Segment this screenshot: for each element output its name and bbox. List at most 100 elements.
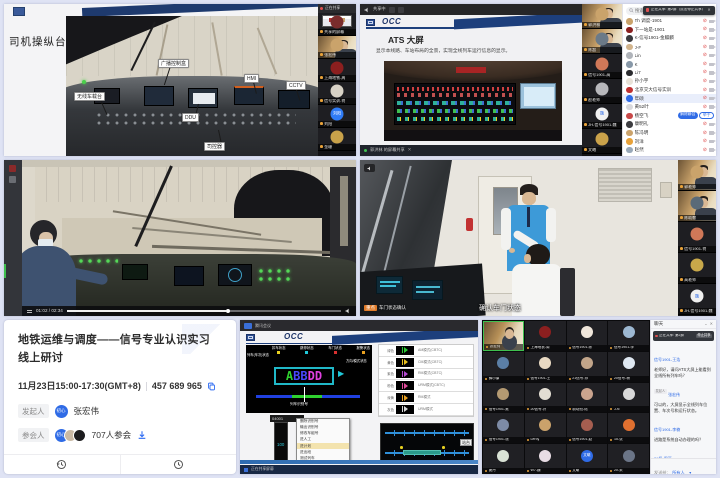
camera-off-icon[interactable]: [709, 105, 714, 109]
participant-row[interactable]: 年硕 解除静音 举手 ⊘: [623, 94, 716, 103]
gallery-tile[interactable]: 20信号-杨: [608, 352, 649, 382]
gallery-tile[interactable]: 信号1901-陈: [567, 321, 608, 351]
sidebar-icon[interactable]: [9, 165, 16, 172]
camera-off-icon[interactable]: [709, 131, 714, 135]
mic-off-icon[interactable]: ⊘: [703, 19, 707, 24]
mic-off-icon[interactable]: ⊘: [703, 105, 707, 110]
video-progress-bar[interactable]: [67, 310, 341, 312]
participant-row[interactable]: 北京交大信号实训 解除静音 举手 ⊘: [623, 86, 716, 95]
sidebar-icon[interactable]: [9, 176, 16, 183]
download-icon[interactable]: [137, 430, 147, 440]
video-tile[interactable]: 刘阳 刘阳: [318, 105, 356, 128]
mic-off-icon[interactable]: ⊘: [703, 36, 707, 41]
playlist-icon[interactable]: [27, 309, 32, 313]
camera-off-icon[interactable]: [709, 80, 714, 84]
video-tile[interactable]: 上海地铁-周: [318, 59, 356, 82]
gallery-tile[interactable]: 信号1901-王: [525, 352, 566, 382]
gallery-tile[interactable]: 信号1901-钱: [483, 413, 524, 443]
participant-row[interactable]: 孙小宇 解除静音 举手 ⊘: [623, 77, 716, 86]
video-tile[interactable]: 文曦: [582, 129, 622, 154]
mic-off-icon[interactable]: ⊘: [703, 27, 707, 32]
participant-row[interactable]: J-F 解除静音 举手 ⊘: [623, 43, 716, 52]
video-overlay-pill[interactable]: [364, 164, 375, 172]
camera-off-icon[interactable]: [709, 37, 714, 41]
participant-row[interactable]: 刘洋 解除静音 举手 ⊘: [623, 137, 716, 146]
participant-row[interactable]: 赵然 解除静音 举手 ⊘: [623, 146, 716, 155]
send-to-target[interactable]: 所有人: [672, 470, 685, 474]
mic-off-icon[interactable]: ⊘: [703, 148, 707, 153]
history-button[interactable]: [4, 455, 121, 474]
gallery-tile[interactable]: 薛小康: [483, 352, 524, 382]
camera-off-icon[interactable]: [709, 123, 714, 127]
stop-share-button[interactable]: [398, 7, 404, 13]
camera-off-icon[interactable]: [709, 88, 714, 92]
close-icon[interactable]: ✕: [710, 322, 713, 326]
camera-off-icon[interactable]: [709, 63, 714, 67]
participant-row[interactable]: 下一站是-1901 解除静音 举手 ⊘: [623, 26, 716, 35]
camera-off-icon[interactable]: [709, 28, 714, 32]
tooltip-close-icon[interactable]: ✕: [707, 8, 710, 12]
pause-share-button[interactable]: [389, 7, 395, 13]
participant-row[interactable]: Li7 解除静音 举手 ⊘: [623, 69, 716, 78]
camera-off-icon[interactable]: [709, 20, 714, 24]
participant-row[interactable]: Th 调度-1901 解除静音 举手 ⊘: [623, 17, 716, 26]
video-tile[interactable]: 共享的屏幕: [318, 13, 356, 36]
stop-share-button[interactable]: 停止共享: [696, 334, 712, 339]
collapse-icon[interactable]: ⌄: [704, 322, 707, 326]
clock-button[interactable]: [121, 455, 237, 474]
participant-row[interactable]: K 解除静音 举手 ⊘: [623, 60, 716, 69]
video-tile[interactable]: 信号1901-高: [582, 54, 622, 79]
gallery-tile[interactable]: 20信号-孙: [525, 383, 566, 413]
gallery-tile[interactable]: W7-魏: [525, 444, 566, 474]
mic-off-icon[interactable]: ⊘: [703, 122, 707, 127]
close-share-pill-icon[interactable]: ✕: [408, 148, 412, 153]
training-video-frame[interactable]: 重点 车门状态确认 确认车门状态: [360, 160, 678, 316]
hand-button[interactable]: 举手: [699, 112, 714, 119]
mic-off-icon[interactable]: ⊘: [703, 88, 707, 93]
video-tile[interactable]: 高老师: [678, 253, 716, 284]
gallery-tile[interactable]: 文曦 文曦: [567, 444, 608, 474]
mic-off-icon[interactable]: ⊘: [703, 139, 707, 144]
cab-video-frame[interactable]: 01:02 / 02:34: [22, 160, 356, 316]
gallery-tile[interactable]: J-N: [608, 383, 649, 413]
mic-off-icon[interactable]: ⊘: [703, 70, 707, 75]
gallery-tile[interactable]: 信号1901-赵: [567, 413, 608, 443]
chat-messages[interactable]: 信号1901-王浩 老师好，请问ATS大屏上能看到全线所有列车吗？ 发起人张宏伟…: [651, 343, 716, 458]
progress-handle[interactable]: [226, 309, 230, 313]
sharing-tooltip[interactable]: 正在共享: 第2屏（点击停止共享） ✕: [643, 6, 715, 15]
video-tile[interactable]: 魏 JH-信号1901-魏: [678, 284, 716, 315]
video-tile[interactable]: 赵老师: [582, 79, 622, 104]
video-tile[interactable]: 张宏伟: [318, 36, 356, 59]
video-tile[interactable]: 魏 JH-信号1901-魏: [582, 104, 622, 129]
participant-row[interactable]: Lin 解除静音 举手 ⊘: [623, 51, 716, 60]
camera-off-icon[interactable]: [709, 97, 714, 101]
participant-row[interactable]: 康明礼 解除静音 举手 ⊘: [623, 120, 716, 129]
video-tile[interactable]: 金珊: [318, 128, 356, 151]
camera-off-icon[interactable]: [709, 71, 714, 75]
caret-icon[interactable]: ▾: [689, 470, 691, 474]
gallery-tile[interactable]: 20-宋: [608, 444, 649, 474]
video-tile[interactable]: 陈超: [582, 29, 622, 54]
attendee-avatar[interactable]: [73, 429, 86, 442]
video-tile[interactable]: 郭老师: [678, 160, 716, 191]
participant-row[interactable]: K-信号1901-金麒麟 解除静音 举手 ⊘: [623, 34, 716, 43]
participant-row[interactable]: 杨空飞 解除静音 举手 ⊘: [623, 112, 716, 121]
video-tile[interactable]: 郭洪林: [582, 4, 622, 29]
gallery-tile[interactable]: 上海地铁-周: [525, 321, 566, 351]
mic-off-icon[interactable]: ⊘: [703, 53, 707, 58]
gallery-tile[interactable]: 信号1901-吴: [483, 383, 524, 413]
gallery-tile[interactable]: 张宏伟: [483, 321, 524, 351]
gallery-tile[interactable]: 15-张: [608, 413, 649, 443]
gallery-tile[interactable]: 21信号-郑: [567, 352, 608, 382]
mic-off-icon[interactable]: ⊘: [703, 131, 707, 136]
participant-row[interactable]: 黄52叶 解除静音 举手 ⊘: [623, 103, 716, 112]
gallery-tile[interactable]: 制动班-陆: [567, 383, 608, 413]
host-avatar[interactable]: 初心: [55, 405, 68, 418]
camera-off-icon[interactable]: [709, 54, 714, 58]
mic-off-icon[interactable]: ⊘: [703, 45, 707, 50]
video-tile[interactable]: 信号实训-何: [318, 82, 356, 105]
camera-off-icon[interactable]: [709, 148, 714, 152]
video-tile[interactable]: 陈助教: [678, 191, 716, 222]
mic-off-icon[interactable]: ⊘: [703, 62, 707, 67]
camera-off-icon[interactable]: [709, 45, 714, 49]
